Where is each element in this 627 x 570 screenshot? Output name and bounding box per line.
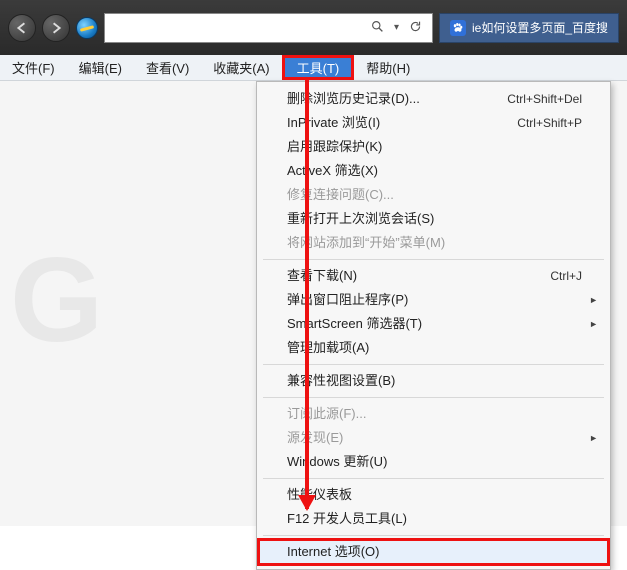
menu-item-add-to-start: 将网站添加到“开始”菜单(M) <box>259 231 608 255</box>
menu-item-label: 管理加载项(A) <box>287 339 369 357</box>
menu-item-label: Internet 选项(O) <box>287 543 379 561</box>
menu-separator <box>263 478 604 479</box>
menu-item-label: 性能仪表板 <box>287 486 352 504</box>
menu-favorites[interactable]: 收藏夹(A) <box>201 55 281 80</box>
menu-item-compat-view[interactable]: 兼容性视图设置(B) <box>259 369 608 393</box>
menu-item-label: F12 开发人员工具(L) <box>287 510 407 528</box>
menu-view[interactable]: 查看(V) <box>134 55 201 80</box>
menu-item-label: 源发现(E) <box>287 429 343 447</box>
chevron-down-icon[interactable]: ▾ <box>394 22 399 33</box>
menu-item-accel: Ctrl+J <box>550 267 582 285</box>
menu-item-label: 修复连接问题(C)... <box>287 186 394 204</box>
browser-tab[interactable]: ie如何设置多页面_百度搜 <box>439 13 619 43</box>
content-area: G 删除浏览历史记录(D)... Ctrl+Shift+Del InPrivat… <box>0 81 627 526</box>
menu-item-label: 订阅此源(F)... <box>287 405 366 423</box>
tools-dropdown: 删除浏览历史记录(D)... Ctrl+Shift+Del InPrivate … <box>256 81 611 570</box>
menu-item-accel: Ctrl+Shift+P <box>517 114 582 132</box>
menu-item-subscribe-feed: 订阅此源(F)... <box>259 402 608 426</box>
menu-separator <box>263 364 604 365</box>
menu-item-tracking-protect[interactable]: 启用跟踪保护(K) <box>259 135 608 159</box>
menu-item-popup-blocker[interactable]: 弹出窗口阻止程序(P) <box>259 288 608 312</box>
menu-edit[interactable]: 编辑(E) <box>67 55 134 80</box>
annotation-box-tools: 工具(T) <box>282 55 355 80</box>
search-icon[interactable] <box>371 20 384 36</box>
menu-item-windows-update[interactable]: Windows 更新(U) <box>259 450 608 474</box>
menu-item-accel: Ctrl+Shift+Del <box>507 90 582 108</box>
menu-item-delete-history[interactable]: 删除浏览历史记录(D)... Ctrl+Shift+Del <box>259 87 608 111</box>
forward-button[interactable] <box>42 14 70 42</box>
menu-item-activex-filter[interactable]: ActiveX 筛选(X) <box>259 159 608 183</box>
menu-file[interactable]: 文件(F) <box>0 55 67 80</box>
menu-item-inprivate[interactable]: InPrivate 浏览(I) Ctrl+Shift+P <box>259 111 608 135</box>
menu-item-reopen-session[interactable]: 重新打开上次浏览会话(S) <box>259 207 608 231</box>
menu-item-manage-addons[interactable]: 管理加载项(A) <box>259 336 608 360</box>
menu-separator <box>263 259 604 260</box>
menu-help[interactable]: 帮助(H) <box>354 55 422 80</box>
address-input[interactable] <box>105 20 361 35</box>
menu-item-smartscreen[interactable]: SmartScreen 筛选器(T) <box>259 312 608 336</box>
menu-tools[interactable]: 工具(T) <box>285 58 352 77</box>
menu-item-label: InPrivate 浏览(I) <box>287 114 380 132</box>
back-button[interactable] <box>8 14 36 42</box>
menu-item-label: 重新打开上次浏览会话(S) <box>287 210 434 228</box>
refresh-icon[interactable] <box>409 20 422 36</box>
menubar: 文件(F) 编辑(E) 查看(V) 收藏夹(A) 工具(T) 帮助(H) <box>0 55 627 81</box>
menu-item-label: 将网站添加到“开始”菜单(M) <box>287 234 445 252</box>
watermark: G <box>10 231 95 369</box>
menu-item-view-downloads[interactable]: 查看下载(N) Ctrl+J <box>259 264 608 288</box>
menu-item-label: 兼容性视图设置(B) <box>287 372 395 390</box>
browser-navbar: ▾ ie如何设置多页面_百度搜 <box>0 0 627 55</box>
baidu-paw-icon <box>450 20 466 36</box>
menu-separator <box>263 535 604 536</box>
menu-item-label: Windows 更新(U) <box>287 453 387 471</box>
address-bar-icons: ▾ <box>361 20 432 36</box>
menu-item-feed-discovery: 源发现(E) <box>259 426 608 450</box>
browser-tab-title: ie如何设置多页面_百度搜 <box>472 19 608 36</box>
menu-item-fix-connection: 修复连接问题(C)... <box>259 183 608 207</box>
menu-separator <box>263 397 604 398</box>
menu-item-internet-options[interactable]: Internet 选项(O) <box>259 540 608 564</box>
address-bar[interactable]: ▾ <box>104 13 433 43</box>
menu-item-label: 查看下载(N) <box>287 267 357 285</box>
ie-logo-icon <box>76 17 98 39</box>
annotation-arrow <box>305 79 309 509</box>
menu-item-label: 启用跟踪保护(K) <box>287 138 382 156</box>
menu-item-label: ActiveX 筛选(X) <box>287 162 378 180</box>
